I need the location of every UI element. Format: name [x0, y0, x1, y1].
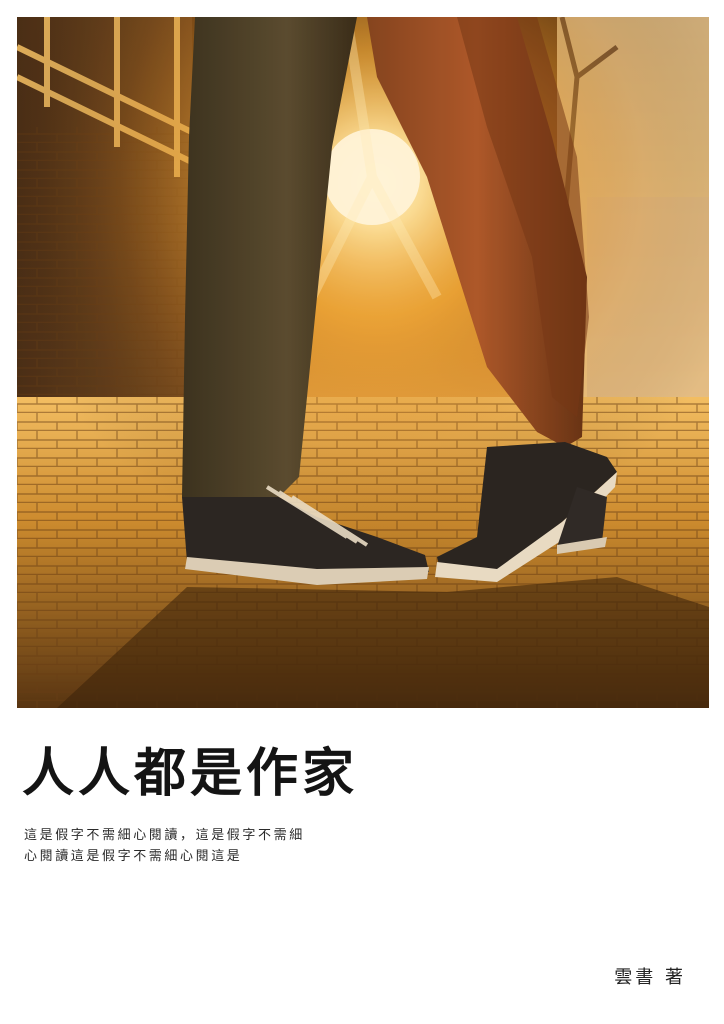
blurb-text: 這是假字不需細心閱讀，這是假字不需細 心閱讀這是假字不需細心閱這是 — [24, 825, 354, 867]
cover-photo — [17, 17, 709, 708]
blurb-line-2: 心閱讀這是假字不需細心閱這是 — [24, 849, 243, 864]
book-title: 人人都是作家 — [22, 743, 359, 804]
author-credit: 雲書 著 — [614, 967, 686, 988]
sunset-sneakers-photo — [17, 17, 709, 708]
blurb-line-1: 這是假字不需細心閱讀，這是假字不需細 — [24, 828, 305, 843]
